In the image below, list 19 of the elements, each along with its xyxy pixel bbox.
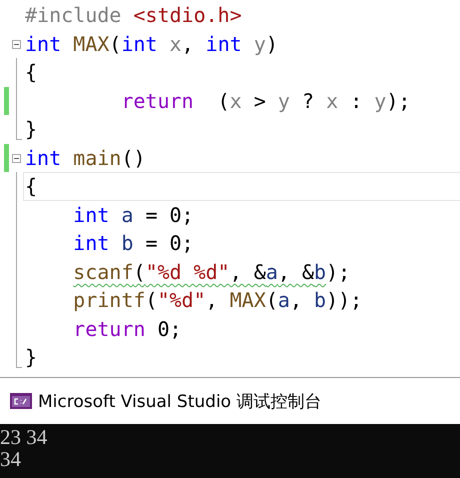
code-line: scanf("%d %d", &a, &b); [72,258,352,286]
code-line: printf("%d", MAX(a, b)); [72,287,364,314]
code-line: } [24,344,38,372]
collapse-icon[interactable] [12,40,21,48]
console-line: 23 34 [0,426,48,448]
code-line: return (x > y ? x : y); [120,88,412,115]
code-line: } [24,116,38,144]
console-title: Microsoft Visual Studio 调试控制台 [38,390,322,412]
code-line: { [23,172,460,200]
code-line: int main() [24,144,146,172]
console-line: 34 [0,448,21,470]
code-line: #include <stdio.h> [24,2,243,30]
code-line: int a = 0; [72,202,195,229]
code-line: int b = 0; [72,230,195,258]
code-line: int MAX(int x, int y) [24,30,279,58]
code-line: return 0; [72,316,183,343]
code-line: { [24,59,38,86]
collapse-icon[interactable] [12,154,21,162]
console-icon [10,393,32,409]
